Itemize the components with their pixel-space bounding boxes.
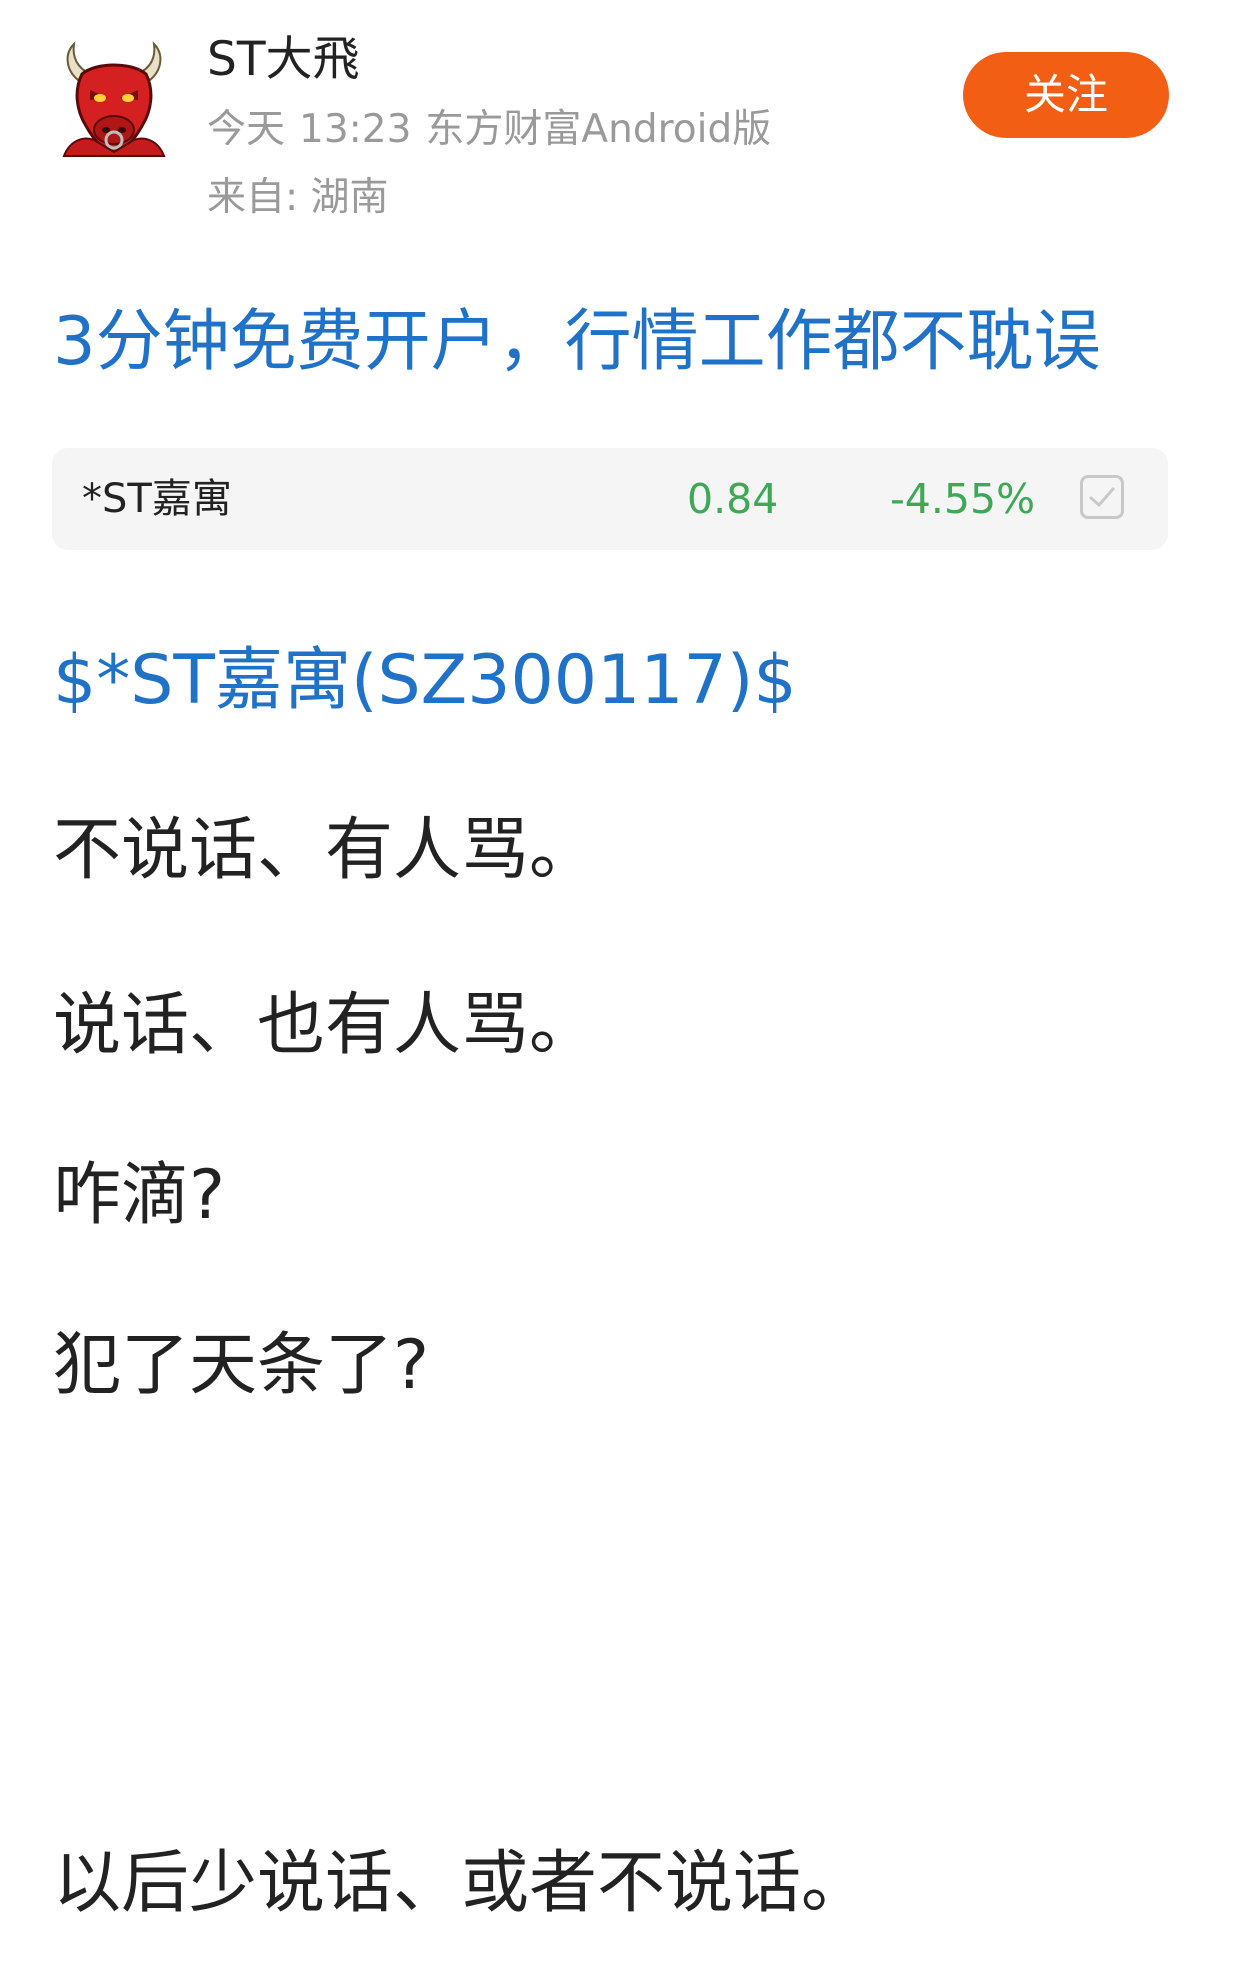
promo-link[interactable]: 3分钟免费开户，行情工作都不耽误 <box>53 300 1101 382</box>
post-text-line: 不说话、有人骂。 <box>53 811 598 890</box>
stock-card[interactable]: *ST嘉寓 0.84 -4.55% <box>52 448 1168 550</box>
post-text-line: 以后少说话、或者不说话。 <box>53 1844 870 1923</box>
post-location: 来自: 湖南 <box>207 175 389 220</box>
author-name[interactable]: ST大飛 <box>207 30 360 90</box>
stock-tag-link[interactable]: $*ST嘉寓(SZ300117)$ <box>53 640 797 722</box>
post-text-line: 犯了天条了? <box>53 1326 430 1405</box>
checkbox-icon[interactable] <box>1080 475 1124 519</box>
post-text-line: 说话、也有人骂。 <box>53 986 598 1065</box>
post-date: 今天 <box>207 107 286 152</box>
post-meta: 今天 13:23 东方财富Android版 <box>207 104 771 156</box>
post-text-line: 咋滴? <box>53 1156 226 1235</box>
post-source: 东方财富Android版 <box>425 107 772 152</box>
follow-button[interactable]: 关注 <box>963 52 1169 138</box>
red-bull-avatar-icon <box>62 41 166 157</box>
stock-price: 0.84 <box>687 475 779 523</box>
post-time: 13:23 <box>299 107 412 152</box>
stock-name: *ST嘉寓 <box>82 476 232 522</box>
author-avatar[interactable] <box>56 40 172 158</box>
stock-change: -4.55% <box>890 475 1036 523</box>
